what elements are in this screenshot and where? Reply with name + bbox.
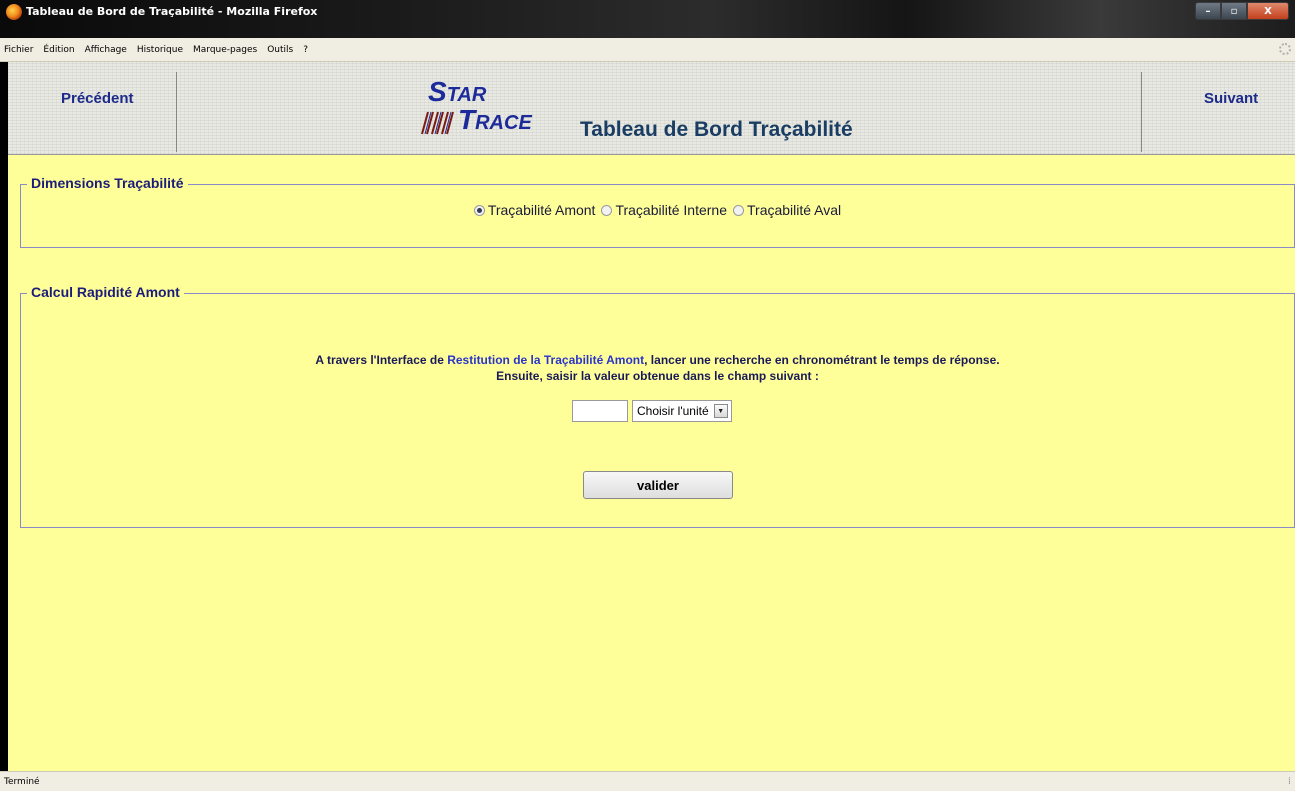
radio-interne[interactable]: Traçabilité Interne (601, 202, 727, 218)
status-text: Terminé (4, 776, 40, 787)
barcode-icon (421, 111, 454, 135)
previous-link[interactable]: Précédent (61, 90, 134, 107)
instruction-text-end: , lancer une recherche en chronométrant … (644, 353, 1000, 367)
minimize-button[interactable]: – (1195, 2, 1221, 20)
menu-outils[interactable]: Outils (267, 45, 293, 55)
radio-interne-indicator[interactable] (601, 204, 613, 216)
status-bar: Terminé ⁞ (0, 771, 1295, 791)
page-viewport: Précédent STAR TRACE Tableau de Bord Tra… (8, 62, 1295, 771)
validate-button[interactable]: valider (583, 471, 733, 499)
menu-fichier[interactable]: Fichier (4, 45, 33, 55)
header-bottom-line (8, 154, 1295, 155)
page-title: Tableau de Bord Traçabilité (580, 118, 853, 141)
window-title: Tableau de Bord de Traçabilité - Mozilla… (26, 5, 318, 18)
instruction-line-2: Ensuite, saisir la valeur obtenue dans l… (496, 369, 819, 383)
header-divider-left (176, 72, 177, 152)
radio-interne-label: Traçabilité Interne (615, 202, 727, 218)
radio-aval-indicator[interactable] (733, 204, 744, 216)
radio-aval[interactable]: Traçabilité Aval (733, 202, 841, 218)
restitution-link[interactable]: Restitution de la Traçabilité Amont (447, 353, 644, 367)
radio-aval-label: Traçabilité Aval (747, 202, 842, 218)
menu-edition[interactable]: Édition (43, 45, 74, 55)
resize-grip-icon[interactable]: ⁞ (1288, 776, 1291, 787)
firefox-icon (6, 4, 22, 20)
header-divider-right (1141, 72, 1142, 152)
dropdown-arrow-icon[interactable]: ▼ (713, 404, 728, 418)
page-header: Précédent STAR TRACE Tableau de Bord Tra… (8, 62, 1295, 154)
unit-select-value: Choisir l'unité (637, 404, 709, 418)
dimensions-legend: Dimensions Traçabilité (27, 175, 188, 191)
instruction-text-start: A travers l'Interface de (315, 353, 448, 367)
next-link[interactable]: Suivant (1204, 90, 1258, 107)
window-controls: – ▫ X (1195, 2, 1289, 20)
dimensions-radio-group: Traçabilité Amont Traçabilité Interne Tr… (21, 202, 1294, 218)
calcul-fieldset: Calcul Rapidité Amont A travers l'Interf… (20, 284, 1295, 528)
radio-amont-indicator[interactable] (473, 204, 485, 216)
menu-help[interactable]: ? (303, 45, 308, 55)
value-input[interactable] (572, 400, 628, 422)
radio-amont-label: Traçabilité Amont (487, 202, 596, 218)
menu-bar: Fichier Édition Affichage Historique Mar… (0, 38, 1295, 62)
calcul-legend: Calcul Rapidité Amont (27, 284, 184, 300)
dimensions-fieldset: Dimensions Traçabilité Traçabilité Amont… (20, 175, 1295, 248)
menu-historique[interactable]: Historique (137, 45, 183, 55)
startrace-logo: STAR TRACE (418, 76, 578, 142)
logo-trace-text: TRACE (458, 104, 532, 135)
window-titlebar: Tableau de Bord de Traçabilité - Mozilla… (0, 0, 1295, 38)
instruction-line-1: A travers l'Interface de Restitution de … (21, 353, 1294, 367)
throbber-icon (1279, 43, 1291, 55)
menu-marque-pages[interactable]: Marque-pages (193, 45, 257, 55)
unit-select[interactable]: Choisir l'unité ▼ (632, 400, 732, 422)
maximize-button[interactable]: ▫ (1221, 2, 1247, 20)
close-button[interactable]: X (1247, 2, 1289, 20)
menu-affichage[interactable]: Affichage (85, 45, 127, 55)
radio-amont[interactable]: Traçabilité Amont (473, 202, 596, 218)
